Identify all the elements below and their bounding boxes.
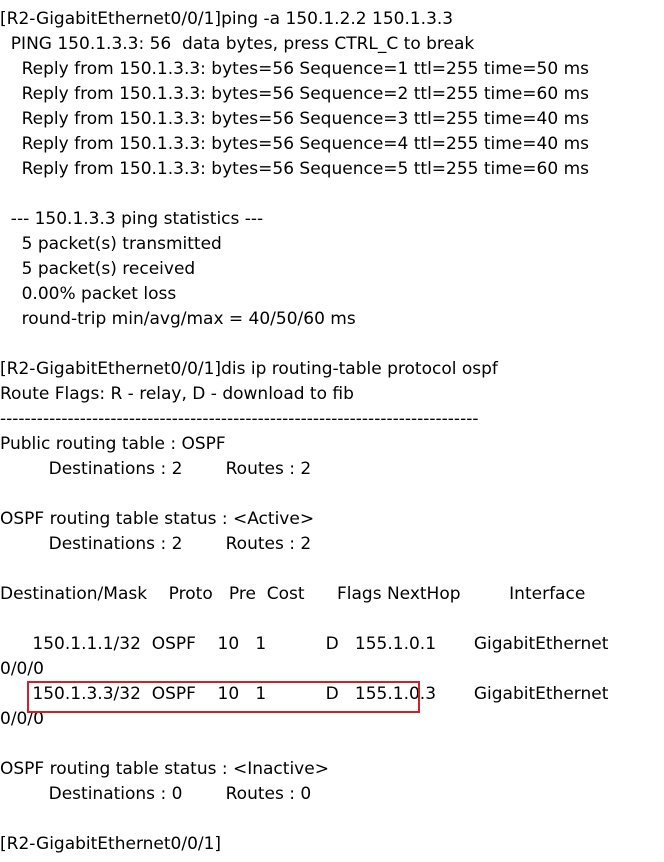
terminal-line: 5 packet(s) received xyxy=(0,259,196,279)
terminal-line: Destinations : 0 Routes : 0 xyxy=(0,784,312,804)
terminal-line: OSPF routing table status : <Inactive> xyxy=(0,759,329,779)
terminal-output[interactable]: [R2-GigabitEthernet0/0/1]ping -a 150.1.2… xyxy=(0,0,664,862)
terminal-line: 5 packet(s) transmitted xyxy=(0,234,222,254)
table-row-wrap: 0/0/0 xyxy=(0,659,44,679)
terminal-prompt: [R2-GigabitEthernet0/0/1] xyxy=(0,834,222,854)
terminal-divider: ----------------------------------------… xyxy=(0,409,479,429)
terminal-line: Destinations : 2 Routes : 2 xyxy=(0,459,312,479)
terminal-line: Route Flags: R - relay, D - download to … xyxy=(0,384,354,404)
table-row: 150.1.1.1/32 OSPF 10 1 D 155.1.0.1 Gigab… xyxy=(0,634,609,654)
terminal-line: Public routing table : OSPF xyxy=(0,434,226,454)
terminal-line: Reply from 150.1.3.3: bytes=56 Sequence=… xyxy=(0,59,589,79)
terminal-line: [R2-GigabitEthernet0/0/1]dis ip routing-… xyxy=(0,359,498,379)
terminal-line: [R2-GigabitEthernet0/0/1]ping -a 150.1.2… xyxy=(0,9,454,29)
terminal-line: Reply from 150.1.3.3: bytes=56 Sequence=… xyxy=(0,84,589,104)
table-row-highlighted: 150.1.3.3/32 OSPF 10 1 D 155.1.0.3 Gigab… xyxy=(0,684,609,704)
table-row-wrap: 0/0/0 xyxy=(0,709,44,729)
terminal-line: Destinations : 2 Routes : 2 xyxy=(0,534,312,554)
terminal-line: OSPF routing table status : <Active> xyxy=(0,509,315,529)
terminal-line: 0.00% packet loss xyxy=(0,284,177,304)
terminal-line: round-trip min/avg/max = 40/50/60 ms xyxy=(0,309,356,329)
terminal-line: Reply from 150.1.3.3: bytes=56 Sequence=… xyxy=(0,159,589,179)
terminal-line: Reply from 150.1.3.3: bytes=56 Sequence=… xyxy=(0,134,589,154)
table-header: Destination/Mask Proto Pre Cost Flags Ne… xyxy=(0,584,586,604)
terminal-line: Reply from 150.1.3.3: bytes=56 Sequence=… xyxy=(0,109,589,129)
terminal-line: PING 150.1.3.3: 56 data bytes, press CTR… xyxy=(0,34,475,54)
terminal-line: --- 150.1.3.3 ping statistics --- xyxy=(0,209,264,229)
